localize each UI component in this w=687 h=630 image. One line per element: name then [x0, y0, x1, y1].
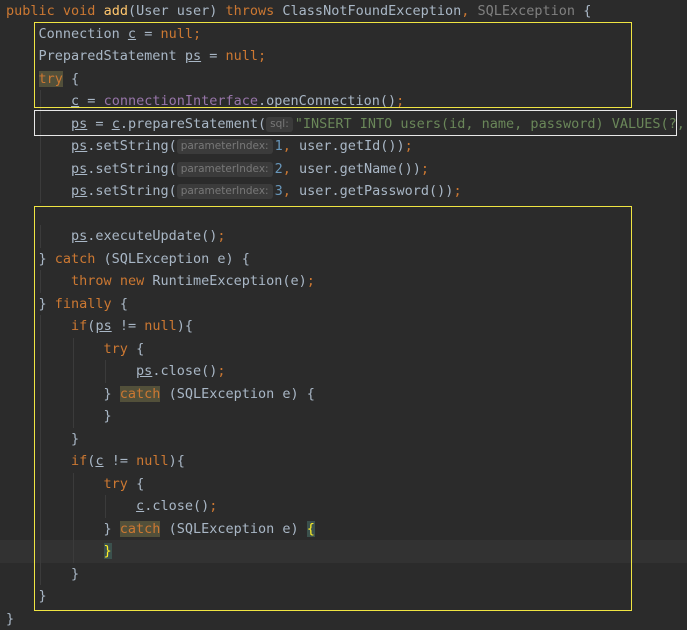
code-text: ps.executeUpdate(); [6, 225, 225, 248]
code-text: c = connectionInterface.openConnection()… [6, 90, 404, 113]
code-text: if(c != null){ [6, 450, 185, 473]
inlay-hint-parameter-index: parameterIndex: [177, 162, 273, 177]
code-line[interactable]: if(ps != null){ [0, 315, 687, 338]
code-text: } [6, 405, 112, 428]
code-text: ps.setString(parameterIndex:1, user.getI… [6, 135, 413, 158]
code-text: } [6, 563, 79, 586]
code-text: } finally { [6, 293, 128, 316]
code-text: c.close(); [6, 495, 217, 518]
code-line[interactable]: ps.setString(parameterIndex:3, user.getP… [0, 180, 687, 203]
code-text: } [6, 428, 79, 451]
inlay-hint-parameter-index: parameterIndex: [177, 139, 273, 154]
code-text: } catch (SQLException e) { [6, 248, 250, 271]
code-line[interactable]: Connection c = null; [0, 23, 687, 46]
code-line[interactable]: } [0, 540, 687, 563]
code-text: public void add(User user) throws ClassN… [6, 0, 591, 23]
code-line[interactable]: PreparedStatement ps = null; [0, 45, 687, 68]
code-line[interactable]: } [0, 563, 687, 586]
code-text: } [6, 585, 47, 608]
code-line[interactable]: ps.close(); [0, 360, 687, 383]
code-line[interactable]: ps = c.prepareStatement(sql:"INSERT INTO… [0, 113, 687, 136]
code-line[interactable]: try { [0, 473, 687, 496]
code-text: ps.setString(parameterIndex:2, user.getN… [6, 158, 429, 181]
code-line[interactable]: c = connectionInterface.openConnection()… [0, 90, 687, 113]
code-line[interactable]: try { [0, 338, 687, 361]
code-line[interactable]: try { [0, 68, 687, 91]
code-text: try { [6, 338, 144, 361]
code-line[interactable]: } [0, 428, 687, 451]
code-line[interactable]: throw new RuntimeException(e); [0, 270, 687, 293]
code-line[interactable]: } [0, 608, 687, 630]
code-text: try { [6, 473, 144, 496]
code-line[interactable]: } catch (SQLException e) { [0, 383, 687, 406]
code-line[interactable]: } [0, 405, 687, 428]
code-line[interactable]: if(c != null){ [0, 450, 687, 473]
code-text: if(ps != null){ [6, 315, 193, 338]
code-line[interactable]: ps.setString(parameterIndex:1, user.getI… [0, 135, 687, 158]
code-line[interactable]: ps.setString(parameterIndex:2, user.getN… [0, 158, 687, 181]
inlay-hint-sql: sql: [266, 117, 293, 132]
code-line[interactable]: c.close(); [0, 495, 687, 518]
code-text: } [6, 608, 14, 630]
code-text: } [6, 540, 112, 563]
code-text: PreparedStatement ps = null; [6, 45, 266, 68]
code-line[interactable]: public void add(User user) throws ClassN… [0, 0, 687, 23]
code-line[interactable] [0, 203, 687, 226]
code-line[interactable]: ps.executeUpdate(); [0, 225, 687, 248]
code-text: throw new RuntimeException(e); [6, 270, 315, 293]
code-line[interactable]: } [0, 585, 687, 608]
code-text: ps.setString(parameterIndex:3, user.getP… [6, 180, 462, 203]
code-text: try { [6, 68, 79, 91]
code-text: } catch (SQLException e) { [6, 383, 315, 406]
code-text: Connection c = null; [6, 23, 201, 46]
code-line[interactable]: } catch (SQLException e) { [0, 248, 687, 271]
code-text: ps = c.prepareStatement(sql:"INSERT INTO… [6, 113, 685, 136]
code-text: } catch (SQLException e) { [6, 518, 315, 541]
inlay-hint-parameter-index: parameterIndex: [177, 184, 273, 199]
code-line[interactable]: } catch (SQLException e) { [0, 518, 687, 541]
code-text: ps.close(); [6, 360, 225, 383]
code-line[interactable]: } finally { [0, 293, 687, 316]
